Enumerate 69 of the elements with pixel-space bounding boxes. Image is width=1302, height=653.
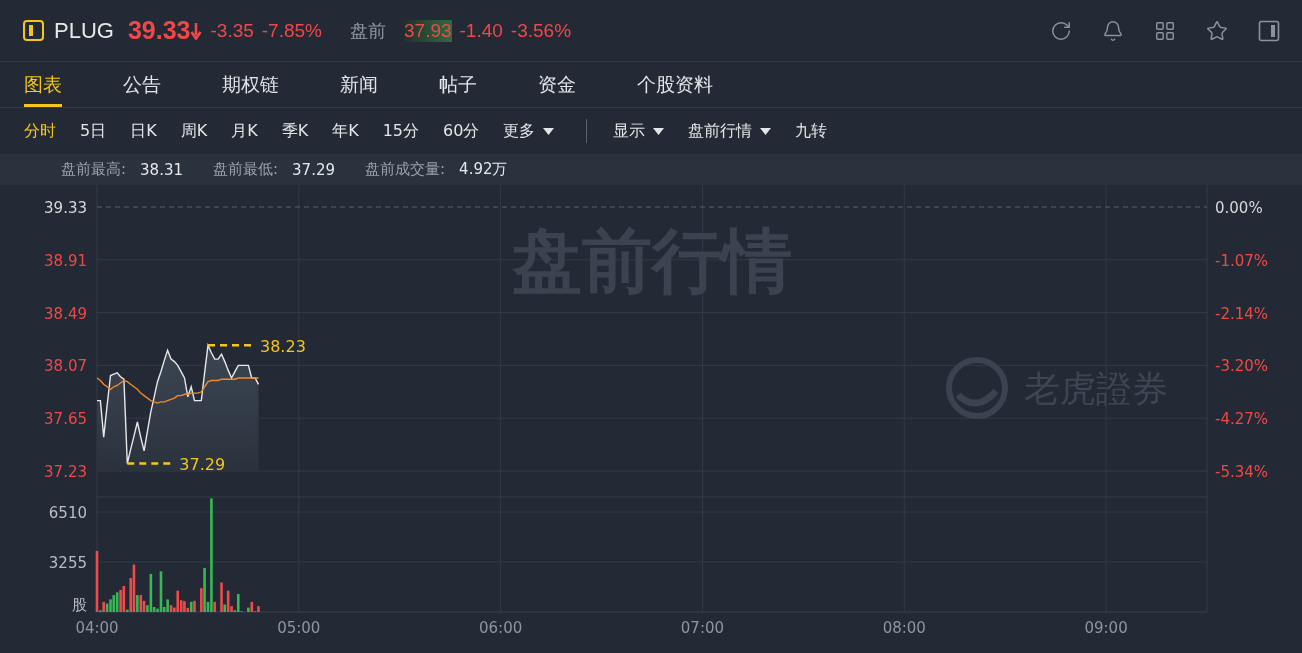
period-option[interactable]: 周K bbox=[180, 120, 208, 142]
last-price: 39.33 bbox=[127, 16, 191, 45]
stock-symbol: PLUG bbox=[54, 17, 114, 44]
tab[interactable]: 帖子 bbox=[439, 62, 477, 107]
volume-axis-label: 3255 bbox=[48, 554, 87, 572]
view-dropdown[interactable]: 显示 bbox=[613, 120, 665, 142]
period-option[interactable]: 5日 bbox=[80, 120, 107, 142]
bell-icon[interactable] bbox=[1102, 19, 1124, 42]
time-axis-label: 05:00 bbox=[277, 619, 321, 637]
price-axis-label: 37.23 bbox=[44, 463, 87, 481]
premarket-label: 盘前 bbox=[350, 18, 386, 43]
percent-axis-label: -5.34% bbox=[1215, 463, 1269, 481]
period-option[interactable]: 月K bbox=[231, 120, 258, 142]
more-dropdown[interactable]: 更多 bbox=[503, 120, 555, 142]
period-option[interactable]: 60分 bbox=[443, 120, 480, 142]
marker-line bbox=[127, 462, 172, 465]
stat-value: 4.92万 bbox=[459, 160, 508, 179]
price-axis-label: 37.65 bbox=[44, 410, 87, 429]
stock-badge-icon bbox=[23, 20, 44, 41]
stat-label: 盘前成交量: bbox=[365, 160, 446, 179]
price-axis-label: 38.49 bbox=[44, 304, 87, 323]
view-dropdown[interactable]: 盘前行情 bbox=[688, 120, 772, 142]
view-option[interactable]: 九转 bbox=[795, 120, 828, 142]
low-label: 37.29 bbox=[179, 455, 226, 475]
price-change: -3.35 bbox=[210, 19, 254, 42]
stat-value: 38.31 bbox=[140, 160, 183, 179]
time-axis-label: 06:00 bbox=[479, 619, 523, 637]
premarket-change: -1.40 bbox=[459, 19, 503, 42]
price-axis-label: 38.91 bbox=[44, 251, 87, 270]
period-option[interactable]: 日K bbox=[130, 120, 157, 142]
volume-axis-label: 6510 bbox=[48, 504, 87, 523]
side-panel-icon[interactable] bbox=[1258, 19, 1280, 42]
period-option[interactable]: 15分 bbox=[382, 120, 420, 142]
percent-axis-label: 0.00% bbox=[1215, 199, 1263, 217]
stat-label: 盘前最高: bbox=[61, 160, 127, 179]
tab[interactable]: 资金 bbox=[538, 62, 576, 107]
tab[interactable]: 个股资料 bbox=[637, 62, 713, 107]
time-axis-label: 09:00 bbox=[1084, 619, 1128, 637]
volume-axis-label: 股 bbox=[72, 596, 87, 614]
stat-label: 盘前最低: bbox=[213, 160, 279, 179]
price-axis-label: 38.07 bbox=[44, 357, 87, 376]
tab[interactable]: 公告 bbox=[123, 62, 161, 107]
period-option[interactable]: 年K bbox=[332, 120, 359, 142]
time-axis-label: 04:00 bbox=[75, 619, 119, 637]
grid-icon[interactable] bbox=[1154, 19, 1176, 42]
tab[interactable]: 期权链 bbox=[222, 62, 279, 107]
premarket-percent-change: -3.56% bbox=[510, 19, 572, 42]
tab[interactable]: 新闻 bbox=[340, 62, 378, 107]
percent-axis-label: -4.27% bbox=[1215, 410, 1269, 429]
price-axis-label: 39.33 bbox=[44, 199, 87, 217]
stat-value: 37.29 bbox=[292, 160, 336, 179]
period-option[interactable]: 分时 bbox=[24, 120, 56, 142]
time-axis-label: 07:00 bbox=[680, 619, 725, 637]
period-option[interactable]: 季K bbox=[281, 120, 309, 142]
percent-change: -7.85% bbox=[261, 19, 322, 42]
percent-axis-label: -3.20% bbox=[1215, 357, 1269, 376]
refresh-icon[interactable] bbox=[1050, 19, 1072, 42]
caret-icon bbox=[653, 127, 665, 135]
down-arrow-icon bbox=[190, 21, 203, 40]
tab[interactable]: 图表 bbox=[24, 62, 62, 107]
star-icon[interactable] bbox=[1206, 19, 1228, 42]
low-label: 38.23 bbox=[260, 337, 306, 357]
marker-line bbox=[208, 344, 252, 347]
percent-axis-label: -2.14% bbox=[1215, 304, 1269, 323]
caret-icon bbox=[543, 127, 555, 135]
percent-axis-label: -1.07% bbox=[1215, 251, 1269, 270]
caret-icon bbox=[760, 127, 772, 135]
time-axis-label: 08:00 bbox=[882, 619, 926, 637]
premarket-price: 37.93 bbox=[404, 19, 452, 42]
